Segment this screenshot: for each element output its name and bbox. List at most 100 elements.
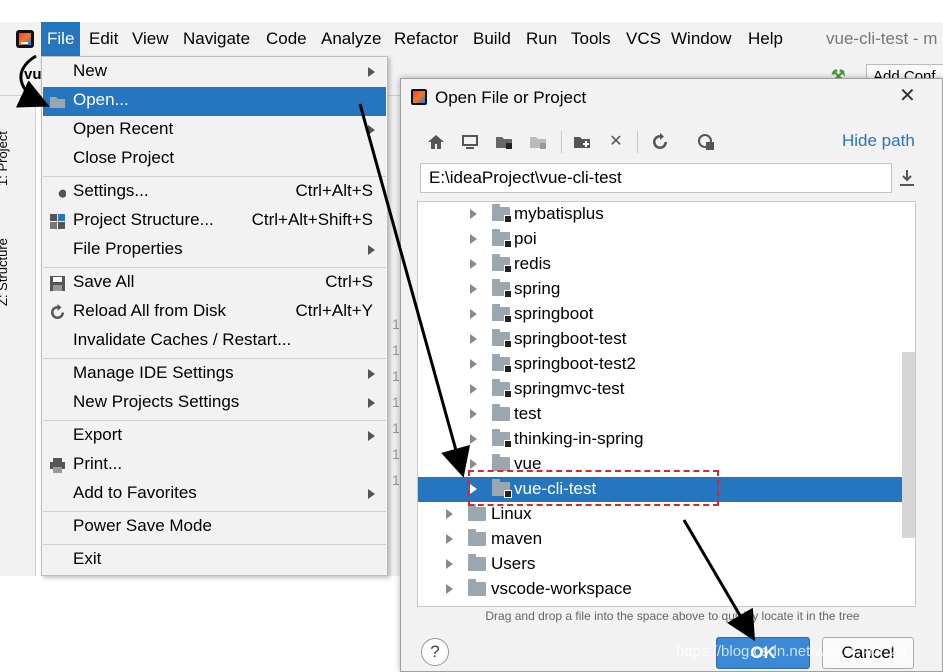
expand-arrow-icon[interactable] (470, 309, 477, 319)
menu-item-invalidate-caches[interactable]: Invalidate Caches / Restart... (43, 327, 386, 356)
expand-arrow-icon[interactable] (470, 334, 477, 344)
printer-icon (49, 457, 66, 474)
menu-item-open[interactable]: Open... (43, 87, 386, 116)
menu-item-close-project[interactable]: Close Project (43, 145, 386, 174)
menu-item-open-recent[interactable]: Open Recent (43, 116, 386, 145)
menu-refactor[interactable]: Refactor (388, 22, 464, 56)
expand-arrow-icon[interactable] (470, 384, 477, 394)
menu-tools[interactable]: Tools (565, 22, 617, 56)
menu-item-reload-all[interactable]: Reload All from Disk Ctrl+Alt+Y (43, 298, 386, 327)
tree-item-label: Users (491, 554, 536, 573)
project-folder-icon[interactable] (495, 133, 513, 151)
help-button[interactable]: ? (421, 638, 449, 666)
line-number: 1 (392, 446, 400, 462)
expand-arrow-icon[interactable] (470, 434, 477, 444)
file-tree[interactable]: mybatisplus poi redis spring springboot … (417, 201, 916, 607)
tree-item-poi[interactable]: poi (418, 227, 902, 252)
expand-arrow-icon[interactable] (470, 234, 477, 244)
menu-view[interactable]: View (126, 22, 175, 56)
hide-path-link[interactable]: Hide path (842, 131, 915, 151)
expand-arrow-icon[interactable] (470, 359, 477, 369)
desktop-icon[interactable] (461, 133, 479, 151)
path-input[interactable] (420, 163, 892, 193)
tree-item-users[interactable]: Users (418, 552, 902, 577)
menu-item-label: Settings... (73, 181, 149, 200)
menu-item-settings[interactable]: Settings... Ctrl+Alt+S (43, 178, 386, 207)
tree-item-springmvc-test[interactable]: springmvc-test (418, 377, 902, 402)
tree-item-vscode-workspace[interactable]: vscode-workspace (418, 577, 902, 602)
menu-item-file-properties[interactable]: File Properties (43, 236, 386, 265)
module-folder-icon (492, 204, 512, 223)
line-number: 1 (392, 472, 400, 488)
tree-item-thinking-in-spring[interactable]: thinking-in-spring (418, 427, 902, 452)
line-number: 1 (392, 368, 400, 384)
menu-item-label: Reload All from Disk (73, 301, 227, 320)
tree-item-label: springboot-test2 (514, 354, 636, 373)
tab-structure[interactable]: Z: Structure (0, 206, 34, 306)
expand-arrow-icon[interactable] (470, 459, 477, 469)
module-folder-icon (529, 133, 547, 151)
expand-arrow-icon[interactable] (446, 509, 453, 519)
menu-item-save-all[interactable]: Save All Ctrl+S (43, 269, 386, 298)
menu-item-manage-ide-settings[interactable]: Manage IDE Settings (43, 360, 386, 389)
menu-window[interactable]: Window (665, 22, 737, 56)
expand-arrow-icon[interactable] (470, 259, 477, 269)
menu-vcs[interactable]: VCS (620, 22, 667, 56)
expand-arrow-icon[interactable] (470, 284, 477, 294)
module-folder-icon (492, 379, 512, 398)
refresh-icon[interactable] (651, 133, 669, 151)
expand-arrow-icon[interactable] (446, 584, 453, 594)
menu-item-label: Invalidate Caches / Restart... (73, 330, 292, 349)
menu-file[interactable]: File (41, 22, 81, 56)
download-icon[interactable] (899, 169, 915, 187)
home-icon[interactable] (427, 133, 445, 151)
expand-arrow-icon[interactable] (470, 409, 477, 419)
menu-item-print[interactable]: Print... (43, 451, 386, 480)
menu-analyze[interactable]: Analyze (315, 22, 387, 56)
delete-icon[interactable]: ✕ (607, 133, 625, 151)
save-icon (49, 275, 66, 292)
folder-open-icon (49, 93, 66, 110)
menu-edit[interactable]: Edit (83, 22, 124, 56)
menu-item-power-save-mode[interactable]: Power Save Mode (43, 513, 386, 542)
tree-scrollbar[interactable] (902, 352, 915, 538)
tree-item-label: mybatisplus (514, 204, 604, 223)
menu-separator (43, 358, 386, 359)
dialog-title: Open File or Project (435, 88, 587, 107)
menu-bar: File Edit View Navigate Code Analyze Ref… (0, 22, 943, 56)
module-folder-icon (492, 254, 512, 273)
expand-arrow-icon[interactable] (446, 534, 453, 544)
toolbar-separator (561, 131, 562, 153)
menu-item-exit[interactable]: Exit (43, 546, 386, 575)
tree-item-springboot[interactable]: springboot (418, 302, 902, 327)
menu-item-project-structure[interactable]: Project Structure... Ctrl+Alt+Shift+S (43, 207, 386, 236)
new-folder-icon[interactable] (573, 133, 591, 151)
tab-project[interactable]: 1: Project (0, 96, 34, 186)
show-hidden-icon[interactable] (697, 133, 715, 151)
menu-navigate[interactable]: Navigate (177, 22, 256, 56)
menu-item-label: Add to Favorites (73, 483, 197, 502)
tree-item-spring[interactable]: spring (418, 277, 902, 302)
tree-item-maven[interactable]: maven (418, 527, 902, 552)
tree-item-test[interactable]: test (418, 402, 902, 427)
tree-item-springboot-test[interactable]: springboot-test (418, 327, 902, 352)
close-icon[interactable]: ✕ (899, 83, 916, 108)
menu-help[interactable]: Help (742, 22, 789, 56)
menu-item-export[interactable]: Export (43, 422, 386, 451)
expand-arrow-icon[interactable] (470, 209, 477, 219)
tree-item-mybatisplus[interactable]: mybatisplus (418, 202, 902, 227)
tree-item-redis[interactable]: redis (418, 252, 902, 277)
line-number: 1 (392, 420, 400, 436)
menu-build[interactable]: Build (467, 22, 517, 56)
expand-arrow-icon[interactable] (446, 559, 453, 569)
menu-item-add-to-favorites[interactable]: Add to Favorites (43, 480, 386, 509)
line-number: 1 (392, 394, 400, 410)
menu-item-new[interactable]: New (43, 58, 386, 87)
tree-item-springboot-test2[interactable]: springboot-test2 (418, 352, 902, 377)
menu-item-new-projects-settings[interactable]: New Projects Settings (43, 389, 386, 418)
menu-run[interactable]: Run (520, 22, 563, 56)
tree-item-label: springmvc-test (514, 379, 625, 398)
folder-icon (492, 404, 510, 421)
refresh-icon (49, 304, 66, 321)
menu-code[interactable]: Code (260, 22, 313, 56)
